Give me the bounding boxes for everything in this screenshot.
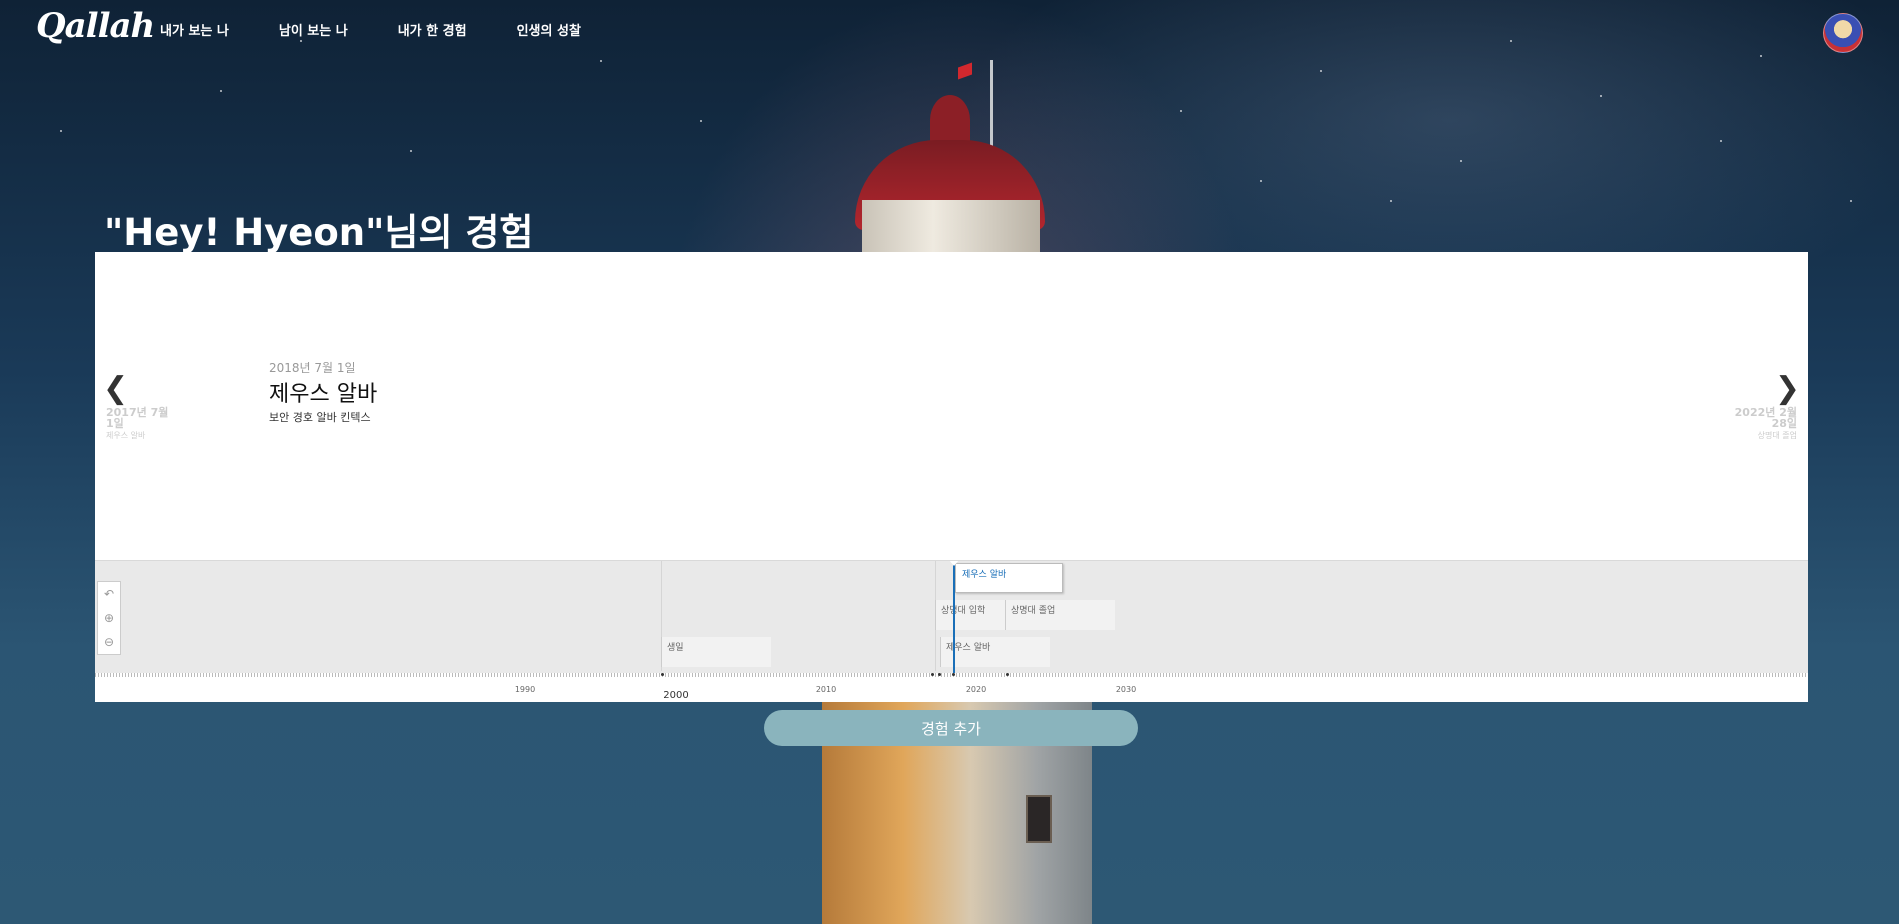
timeline-marker[interactable]: 상명대 입학 [935,600,1005,630]
timeline-slide: ❮ 2017년 7월 1일 제우스 알바 2018년 7월 1일 제우스 알바 … [95,252,1808,561]
add-experience-button[interactable]: 경험 추가 [764,710,1138,746]
logo[interactable]: Qallah [36,6,155,46]
marker-label: 상명대 졸업 [1011,606,1056,616]
next-slide-title[interactable]: 상명대 졸업 [1758,430,1797,441]
timeline-marker[interactable]: 제우스 알바 [955,563,1063,593]
timeline-marker[interactable]: 상명대 졸업 [1005,600,1115,630]
timeline-current-indicator [949,561,959,676]
axis-label: 2020 [965,685,987,694]
event-dot [952,673,955,676]
next-slide-date[interactable]: 2022년 2월 28일 [1727,407,1797,429]
nav-item-self-view[interactable]: 내가 보는 나 [160,20,229,39]
prev-slide-date[interactable]: 2017년 7월 1일 [106,407,176,429]
event-dot [1006,673,1009,676]
zoom-out-icon[interactable]: ⊖ [98,630,120,654]
chevron-right-icon[interactable]: ❯ [1775,374,1800,404]
event-dot [931,673,934,676]
timeline-marker[interactable]: 생일 [661,637,771,667]
timeline: ❮ 2017년 7월 1일 제우스 알바 2018년 7월 1일 제우스 알바 … [95,252,1808,702]
chevron-left-icon[interactable]: ❮ [103,374,128,404]
timeline-axis: 1990 2000 2010 2020 2030 [95,673,1808,702]
back-to-start-icon[interactable]: ↶ [98,582,120,606]
axis-label: 2010 [815,685,837,694]
zoom-in-icon[interactable]: ⊕ [98,606,120,630]
axis-label: 2000 [663,690,689,701]
axis-label: 2030 [1115,685,1137,694]
prev-slide-title[interactable]: 제우스 알바 [106,430,145,441]
avatar[interactable] [1823,13,1863,53]
nav-item-reflection[interactable]: 인생의 성찰 [517,20,581,39]
slide-headline: 제우스 알바 [269,382,378,407]
slide-text: 보안 경호 알바 킨텍스 [269,411,371,424]
nav-item-experience[interactable]: 내가 한 경험 [398,20,467,39]
main-nav: 내가 보는 나 남이 보는 나 내가 한 경험 인생의 성찰 [160,20,631,39]
event-dot [661,673,664,676]
marker-label: 제우스 알바 [962,570,1007,580]
event-dot [938,673,941,676]
page-title: "Hey! Hyeon"님의 경험 [104,211,534,254]
marker-label: 상명대 입학 [941,606,986,616]
nav-item-others-view[interactable]: 남이 보는 나 [279,20,348,39]
marker-label: 생일 [667,643,684,653]
axis-label: 1990 [514,685,536,694]
slide-date: 2018년 7월 1일 [269,361,356,375]
timeline-navigator[interactable]: ↶ ⊕ ⊖ 제우스 알바 상명대 입학 상명대 졸업 생일 제우스 알바 199… [95,561,1808,702]
zoom-controls: ↶ ⊕ ⊖ [97,581,121,655]
timeline-marker[interactable]: 제우스 알바 [940,637,1050,667]
